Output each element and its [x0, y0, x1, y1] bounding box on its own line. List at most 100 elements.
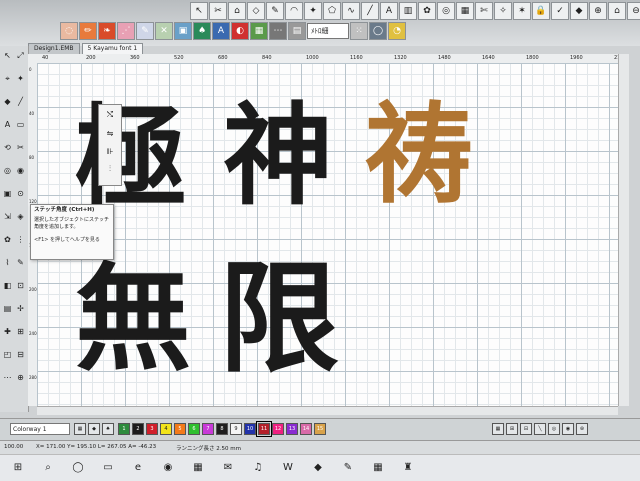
left-tool-1-icon[interactable]: ⤢	[15, 50, 26, 61]
app4-icon[interactable]: ▦	[372, 462, 384, 474]
word-icon[interactable]: W	[282, 462, 294, 474]
shirt-icon[interactable]: ♠	[102, 423, 114, 435]
horizontal-scrollbar[interactable]	[37, 406, 618, 415]
magic-icon[interactable]: ✧	[494, 2, 512, 20]
target-icon[interactable]: ◎	[437, 2, 455, 20]
left-tool-28-icon[interactable]: ⋯	[2, 372, 13, 383]
colorbar-tool-6-icon[interactable]: ⊛	[576, 423, 588, 435]
left-tool-2-icon[interactable]: ⌖	[2, 73, 13, 84]
colorbar-tool-3-icon[interactable]: ╲	[534, 423, 546, 435]
design-canvas[interactable]: 極 神 祷 無 限	[37, 63, 618, 406]
color-swatch-3[interactable]: 3	[146, 423, 158, 435]
music-icon[interactable]: ♫	[252, 462, 264, 474]
fill-icon[interactable]: ▥	[399, 2, 417, 20]
color-icon[interactable]: ◐	[231, 22, 249, 40]
knot-icon[interactable]: ✿	[418, 2, 436, 20]
figure-icon[interactable]: ♠	[193, 22, 211, 40]
swatch-picker-icon[interactable]: ▦	[74, 423, 86, 435]
left-tool-4-icon[interactable]: ◆	[2, 96, 13, 107]
colorbar-tool-2-icon[interactable]: ⊟	[520, 423, 532, 435]
color-swatch-10[interactable]: 10	[244, 423, 256, 435]
left-tool-17-icon[interactable]: ⋮	[15, 234, 26, 245]
left-tool-15-icon[interactable]: ◈	[15, 211, 26, 222]
node-icon[interactable]: ⌂	[228, 2, 246, 20]
zoom-out-icon[interactable]: ⊖	[627, 2, 640, 20]
app3-icon[interactable]: ✎	[342, 462, 354, 474]
scissors-icon[interactable]: ✄	[475, 2, 493, 20]
left-tool-21-icon[interactable]: ⊡	[15, 280, 26, 291]
star-icon[interactable]: ✦	[304, 2, 322, 20]
left-tool-18-icon[interactable]: ⌇	[2, 257, 13, 268]
color-swatch-5[interactable]: 5	[174, 423, 186, 435]
app-icon[interactable]: ▦	[192, 462, 204, 474]
color-swatch-1[interactable]: 1	[118, 423, 130, 435]
palette-icon[interactable]: ◆	[570, 2, 588, 20]
arc-icon[interactable]: ◠	[285, 2, 303, 20]
color-swatch-14[interactable]: 14	[300, 423, 312, 435]
left-tool-14-icon[interactable]: ⇲	[2, 211, 13, 222]
left-tool-20-icon[interactable]: ◧	[2, 280, 13, 291]
line-icon[interactable]: ╱	[361, 2, 379, 20]
chrome-icon[interactable]: ◉	[162, 462, 174, 474]
app2-icon[interactable]: ◆	[312, 462, 324, 474]
flyout-tool-2-icon[interactable]: ⊪	[102, 143, 118, 159]
table-icon[interactable]: ▤	[288, 22, 306, 40]
text-icon[interactable]: A	[380, 2, 398, 20]
left-tool-8-icon[interactable]: ⟲	[2, 142, 13, 153]
left-tool-25-icon[interactable]: ⊞	[15, 326, 26, 337]
left-tool-12-icon[interactable]: ▣	[2, 188, 13, 199]
left-tool-9-icon[interactable]: ✂	[15, 142, 26, 153]
wand-icon[interactable]: ✶	[513, 2, 531, 20]
color-swatch-9[interactable]: 9	[230, 423, 242, 435]
color-fill-icon[interactable]: ◆	[88, 423, 100, 435]
pen-icon[interactable]: ✎	[266, 2, 284, 20]
flyout-tool-3-icon[interactable]: ⫶	[102, 161, 118, 177]
zoom-in-icon[interactable]: ⊕	[589, 2, 607, 20]
image-icon[interactable]: ▣	[174, 22, 192, 40]
ellipse-icon[interactable]: ◯	[369, 22, 387, 40]
stitch-icon[interactable]: ⋯	[269, 22, 287, 40]
color-swatch-6[interactable]: 6	[188, 423, 200, 435]
sew-icon[interactable]: ✂	[209, 2, 227, 20]
colorbar-tool-4-icon[interactable]: ◎	[548, 423, 560, 435]
color-swatch-7[interactable]: 7	[202, 423, 214, 435]
color-swatch-15[interactable]: 15	[314, 423, 326, 435]
colorbar-tool-0-icon[interactable]: ▦	[492, 423, 504, 435]
color-swatch-11[interactable]: 11	[256, 421, 272, 437]
kanji-ino[interactable]: 祷	[365, 101, 473, 209]
task-view-icon[interactable]: ▭	[102, 462, 114, 474]
color-swatch-4[interactable]: 4	[160, 423, 172, 435]
cursor-icon[interactable]: ↖	[190, 2, 208, 20]
left-tool-27-icon[interactable]: ⊟	[15, 349, 26, 360]
edge-icon[interactable]: e	[132, 462, 144, 474]
colorbar-tool-1-icon[interactable]: ⊞	[506, 423, 518, 435]
left-tool-0-icon[interactable]: ↖	[2, 50, 13, 61]
stitch-icon[interactable]: ⁙	[350, 22, 368, 40]
start-icon[interactable]: ⊞	[12, 462, 24, 474]
flyout-tool-0-icon[interactable]: ⤭	[102, 107, 118, 123]
palette-icon[interactable]: ▦	[250, 22, 268, 40]
tatami-icon[interactable]: ✏	[79, 22, 97, 40]
left-tool-24-icon[interactable]: ✚	[2, 326, 13, 337]
colorbar-tool-5-icon[interactable]: ◉	[562, 423, 574, 435]
kanji-kami[interactable]: 神	[223, 101, 333, 211]
kanji-goku[interactable]: 極	[75, 103, 187, 215]
vertical-scrollbar[interactable]	[618, 54, 629, 406]
left-tool-29-icon[interactable]: ⊕	[15, 372, 26, 383]
leaf-icon[interactable]: ❧	[98, 22, 116, 40]
grid-icon[interactable]: ▦	[456, 2, 474, 20]
home-icon[interactable]: ⌂	[608, 2, 626, 20]
app5-icon[interactable]: ♜	[402, 462, 414, 474]
search-icon[interactable]: ⌕	[42, 462, 54, 474]
lettering-icon[interactable]: A	[212, 22, 230, 40]
lock-icon[interactable]: 🔒	[532, 2, 550, 20]
left-tool-5-icon[interactable]: ╱	[15, 96, 26, 107]
left-tool-13-icon[interactable]: ⊙	[15, 188, 26, 199]
left-tool-6-icon[interactable]: A	[2, 119, 13, 130]
clock-icon[interactable]: ◔	[388, 22, 406, 40]
shape-icon[interactable]: ◇	[247, 2, 265, 20]
left-tool-23-icon[interactable]: ✢	[15, 303, 26, 314]
cortana-icon[interactable]: ◯	[72, 462, 84, 474]
left-tool-10-icon[interactable]: ◎	[2, 165, 13, 176]
mail-icon[interactable]: ✉	[222, 462, 234, 474]
